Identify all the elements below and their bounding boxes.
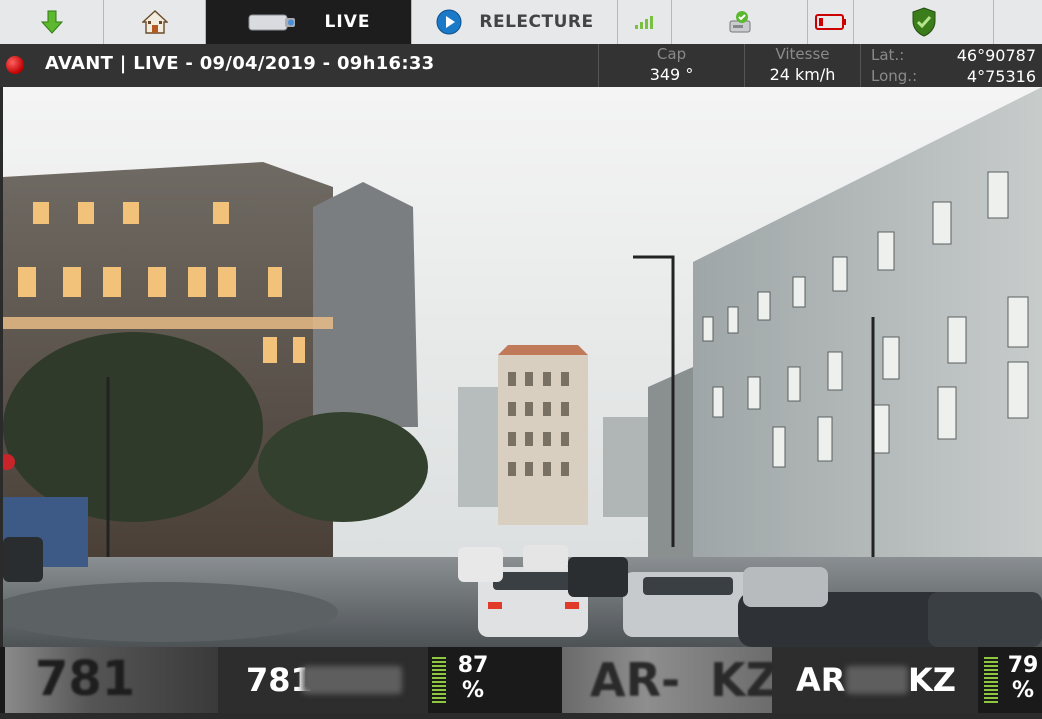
plate-2-crop-image: AR- KZ [562,647,772,713]
plate-2-text: AR KZ [772,647,978,713]
gps-display: Lat.: 46°90787 Long.: 4°75316 [860,44,1042,87]
top-toolbar: LIVE RELECTURE [0,0,1042,45]
download-button[interactable] [0,0,104,44]
live-tab-label: LIVE [324,12,371,32]
street-scene-image [3,87,1042,647]
latitude-label: Lat.: [871,46,905,64]
plate-1-crop-text: 781 [35,651,136,707]
longitude-value: 4°75316 [966,67,1036,86]
plate-2-visible-text-end: KZ [908,661,956,699]
plate-1-confidence-value: 87 [457,653,489,678]
home-icon [141,10,168,34]
signal-indicator [618,0,672,44]
storage-indicator [672,0,808,44]
plate-1-confidence-bars [432,657,446,703]
speed-label: Vitesse [775,45,830,63]
heading-display: Cap 349 ° [598,44,744,87]
battery-icon [814,14,846,30]
plate-2-confidence: 79 % [1004,653,1042,719]
play-icon [436,9,462,35]
plate-2-confidence-value: 79 [1007,653,1039,678]
plate-2-visible-text-start: AR [796,661,846,699]
security-indicator [854,0,994,44]
speed-display: Vitesse 24 km/h [744,44,860,87]
plate-1-confidence: 87 % [452,653,494,719]
status-bar: AVANT | LIVE - 09/04/2019 - 09h16:33 Cap… [0,44,1042,87]
heading-value: 349 ° [649,65,694,84]
plate-1-redaction [302,666,402,694]
latitude-value: 46°90787 [956,46,1036,65]
home-button[interactable] [104,0,206,44]
heading-label: Cap [656,45,687,63]
camera-feed [3,87,1042,647]
speed-value: 24 km/h [769,65,836,84]
replay-tab[interactable]: RELECTURE [412,0,618,44]
plate-1-text: 781 [218,647,428,713]
camera-status-text: AVANT | LIVE - 09/04/2019 - 09h16:33 [45,53,435,74]
plate-2-redaction [846,666,908,694]
plate-1-confidence-unit: % [461,678,485,703]
plate-recognition-bar: 781 781 87 % AR- KZ AR KZ 79 % [0,647,1042,713]
signal-icon [634,16,653,29]
replay-tab-label: RELECTURE [479,12,594,32]
shield-check-icon [912,7,935,37]
battery-indicator [808,0,854,44]
plate-2-confidence-unit: % [1011,678,1035,703]
longitude-label: Long.: [871,67,918,85]
plate-1-crop-image: 781 [5,647,218,713]
plate-2-crop-text: AR- [590,653,681,707]
live-tab[interactable]: LIVE [206,0,412,44]
plate-2-confidence-bars [984,657,998,703]
disk-check-icon [729,11,750,33]
camera-icon [248,14,295,31]
down-arrow-icon [40,10,63,34]
plate-2-crop-text-end: KZ [710,653,772,707]
recording-indicator-icon [6,56,24,74]
